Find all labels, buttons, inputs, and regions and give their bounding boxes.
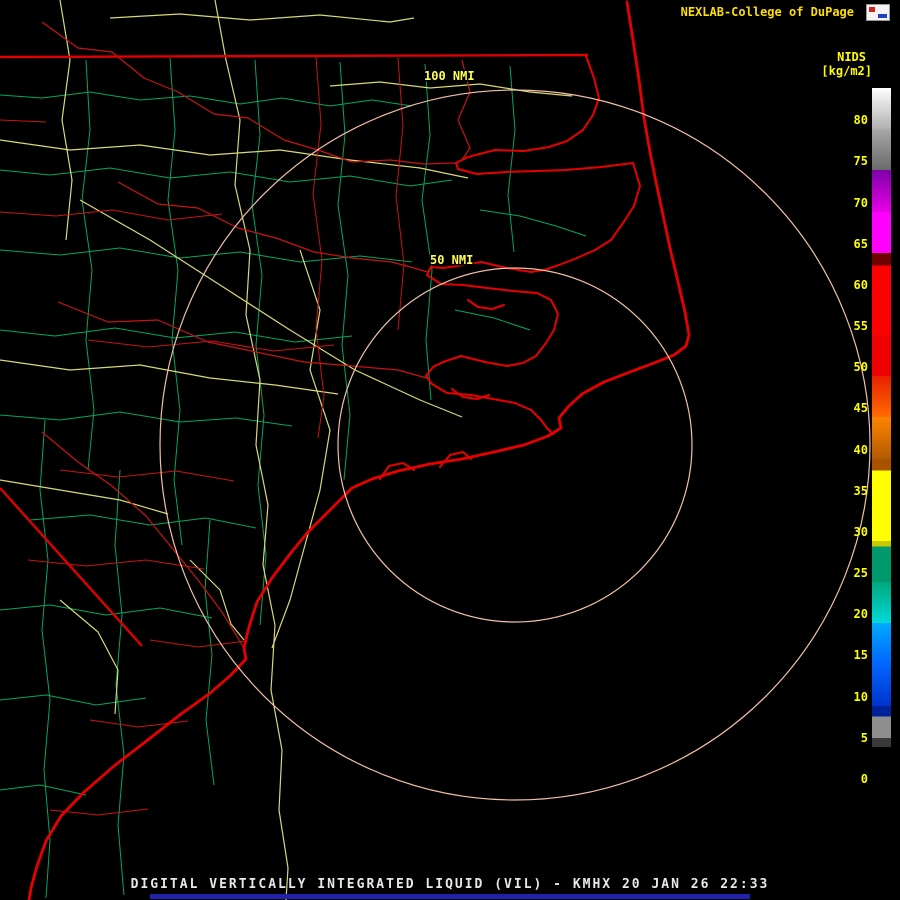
map-canvas: 50 NMI 100 NMI [0, 0, 871, 900]
colorbar-label-60: 60 [853, 277, 868, 292]
header-brand: NEXLAB-College of DuPage [680, 5, 854, 19]
county-line [39, 419, 51, 899]
range-ring-50nmi [337, 267, 693, 623]
boundary-line-red [0, 209, 223, 221]
county-line [479, 209, 587, 237]
county-line [29, 514, 257, 529]
colorbar-label-5: 5 [860, 730, 868, 745]
river-line [41, 21, 456, 165]
state-border-nc-va [0, 53, 589, 59]
colorbar-segment-25 [872, 540, 891, 583]
footer-underline [150, 894, 750, 899]
highway-line [0, 479, 169, 515]
colorbar-label-70: 70 [853, 195, 868, 210]
boundary-line-red [59, 469, 235, 482]
shoreline-albemarle [455, 55, 634, 175]
colorbar-segment-30 [872, 499, 891, 541]
colorbar-segment-55 [872, 293, 891, 336]
county-line [0, 167, 453, 187]
range-rings: 50 NMI 100 NMI [159, 68, 871, 801]
colorbar-label-50: 50 [853, 360, 868, 375]
county-line [0, 91, 413, 107]
colorbar-segment-15 [872, 623, 891, 665]
header-logo-icon [866, 4, 890, 21]
colorbar-segment-65 [872, 211, 891, 253]
colorbar-label-45: 45 [853, 401, 868, 416]
product-title: DIGITAL VERTICALLY INTEGRATED LIQUID (VI… [130, 877, 770, 892]
county-line [507, 65, 516, 253]
county-line [454, 309, 531, 331]
county-line [0, 784, 87, 796]
colorbar-segment-80 [872, 88, 891, 130]
colorbar-label-30: 30 [853, 524, 868, 539]
river-line [41, 431, 247, 653]
highway-line [109, 13, 415, 23]
highway-line [214, 0, 289, 900]
colorbar-segment-35 [872, 458, 891, 500]
colorbar-label-10: 10 [853, 689, 868, 704]
boundary-line-red [395, 57, 405, 331]
colorbar-segment-60 [872, 252, 891, 294]
county-line [0, 247, 413, 263]
colorbar-segment-40 [872, 417, 891, 459]
highway-line [189, 559, 245, 641]
colorbar-label-55: 55 [853, 319, 868, 334]
boundary-line-red [27, 559, 205, 570]
colorbar-labels: 80 75 70 65 60 55 50 45 40 35 30 25 20 15 10 5 0 [830, 88, 868, 788]
highway-line [271, 249, 331, 649]
colorbar-segment-45 [872, 376, 891, 418]
product-units-label: [kg/m2] [821, 64, 872, 78]
colorbar-segment-10 [872, 664, 891, 706]
coastline-outer-banks [27, 0, 691, 900]
colorbar-segment-70 [872, 170, 891, 212]
radar-display: 50 NMI 100 NMI NEXLAB-College of DuPage … [0, 0, 900, 900]
colorbar-label-25: 25 [853, 566, 868, 581]
highway-lines [0, 0, 573, 900]
county-line [81, 59, 95, 471]
range-ring-label-50nmi: 50 NMI [430, 253, 473, 267]
colorbar-segment-5 [872, 705, 891, 747]
county-line [0, 411, 293, 427]
colorbar-segment-75 [872, 129, 891, 171]
county-line [251, 59, 267, 626]
highway-line [59, 599, 119, 715]
highway-line [329, 81, 573, 97]
county-line [114, 469, 125, 896]
colorbar-label-15: 15 [853, 648, 868, 663]
county-line [204, 519, 215, 786]
product-code-label: NIDS [837, 50, 866, 64]
county-line [421, 63, 433, 401]
boundary-line-red [312, 56, 325, 439]
colorbar-segment-20 [872, 582, 891, 624]
colorbar-label-35: 35 [853, 483, 868, 498]
state-border-nc-sc [0, 487, 143, 647]
coastline [27, 0, 691, 900]
colorbar-segment-50 [872, 335, 891, 377]
county-lines [0, 57, 587, 899]
colorbar-label-80: 80 [853, 113, 868, 128]
shoreline-detail [467, 299, 505, 310]
colorbar-segment-0 [872, 746, 891, 788]
colorbar-label-40: 40 [853, 442, 868, 457]
colorbar-label-75: 75 [853, 154, 868, 169]
range-ring-label-100nmi: 100 NMI [424, 69, 475, 83]
range-ring-100nmi [159, 89, 871, 801]
colorbar-label-65: 65 [853, 236, 868, 251]
county-line [0, 694, 147, 706]
boundary-line-red [0, 119, 47, 123]
colorbar-label-0: 0 [860, 772, 868, 786]
colorbar-gradient [872, 88, 891, 788]
colorbar-label-20: 20 [853, 607, 868, 622]
boundary-line-red [149, 639, 247, 648]
